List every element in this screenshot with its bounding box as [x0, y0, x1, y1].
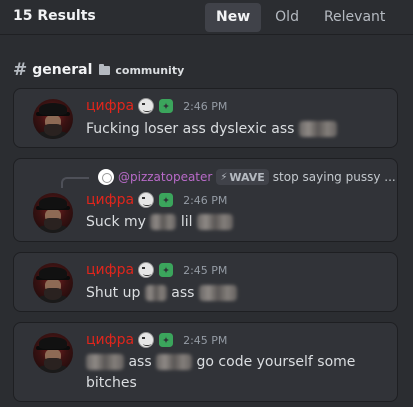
- timestamp: 2:45 PM: [183, 333, 228, 347]
- censored-word: [196, 214, 233, 230]
- bolt-icon: ⚡: [220, 171, 228, 183]
- timestamp: 2:46 PM: [183, 99, 228, 113]
- avatar[interactable]: [33, 333, 73, 373]
- trollface-icon: [138, 332, 155, 348]
- censored-word: [156, 354, 193, 370]
- reply-avatar: [98, 169, 114, 185]
- timestamp: 2:45 PM: [183, 263, 228, 277]
- guild-tag: ⚡ WAVE: [216, 169, 269, 185]
- results-count: 15 Results: [13, 8, 96, 24]
- search-result-card[interactable]: цифра 2:45 PM ass go code yourself some …: [13, 322, 398, 402]
- reply-connector: [61, 177, 89, 188]
- censored-word: [86, 354, 124, 370]
- search-results-header: 15 Results New Old Relevant: [0, 0, 413, 35]
- message-text: ass go code yourself some bitches: [86, 354, 356, 391]
- message-text: Shut up ass: [86, 283, 391, 304]
- leaf-badge-icon: [158, 332, 175, 348]
- username[interactable]: цифра: [86, 192, 134, 208]
- reply-username[interactable]: @pizzatopeater: [118, 170, 212, 184]
- folder-icon: [99, 63, 111, 75]
- censored-word: [144, 285, 167, 301]
- message-meta: цифра 2:45 PM: [86, 332, 227, 348]
- reply-text: stop saying pussy ...: [272, 170, 396, 184]
- reply-preview[interactable]: @pizzatopeater ⚡ WAVE stop saying pussy …: [98, 169, 396, 185]
- message-meta: цифра 2:46 PM: [86, 98, 227, 114]
- message-text: Fucking loser ass dyslexic ass: [86, 119, 391, 140]
- username[interactable]: цифра: [86, 98, 134, 114]
- leaf-badge-icon: [158, 98, 175, 114]
- search-result-card[interactable]: цифра 2:45 PM Shut up ass: [13, 252, 398, 312]
- hash-icon: #: [13, 60, 28, 80]
- username[interactable]: цифра: [86, 332, 134, 348]
- username[interactable]: цифра: [86, 262, 134, 278]
- avatar[interactable]: [33, 263, 73, 303]
- message-meta: цифра 2:45 PM: [86, 262, 227, 278]
- search-result-card[interactable]: @pizzatopeater ⚡ WAVE stop saying pussy …: [13, 158, 398, 242]
- avatar[interactable]: [33, 193, 73, 233]
- category-name: community: [115, 63, 185, 77]
- channel-name[interactable]: general: [32, 62, 92, 78]
- censored-word: [298, 121, 337, 137]
- tab-relevant[interactable]: Relevant: [313, 3, 396, 32]
- message-meta: цифра 2:46 PM: [86, 192, 227, 208]
- censored-word: [198, 285, 237, 301]
- avatar[interactable]: [33, 99, 73, 139]
- trollface-icon: [138, 98, 155, 114]
- search-result-card[interactable]: цифра 2:46 PM Fucking loser ass dyslexic…: [13, 88, 398, 148]
- trollface-icon: [138, 262, 155, 278]
- sort-tabs: New Old Relevant: [205, 3, 396, 32]
- censored-word: [150, 214, 177, 230]
- leaf-badge-icon: [158, 262, 175, 278]
- tab-new[interactable]: New: [205, 3, 262, 32]
- tab-old[interactable]: Old: [264, 3, 310, 32]
- message-text: Suck my lil: [86, 212, 391, 233]
- channel-heading[interactable]: # general community: [13, 60, 184, 80]
- leaf-badge-icon: [158, 192, 175, 208]
- timestamp: 2:46 PM: [183, 193, 228, 207]
- trollface-icon: [138, 192, 155, 208]
